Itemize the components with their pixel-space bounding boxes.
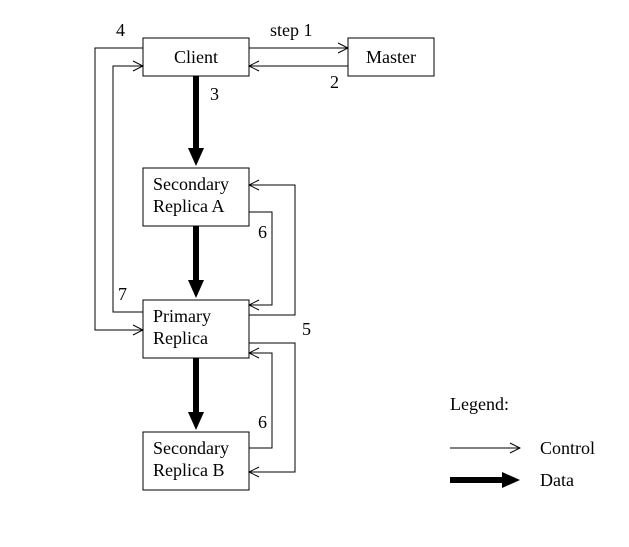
edge-7 [113, 66, 143, 312]
node-primary-label-2: Replica [153, 328, 208, 348]
edge-6b [249, 353, 272, 448]
edge-2-label: 2 [330, 72, 339, 92]
node-primary: Primary Replica [143, 300, 249, 358]
node-secondary-b-label-1: Secondary [153, 438, 229, 458]
diagram-canvas: Client Master Secondary Replica A Primar… [0, 0, 629, 547]
edge-5-label: 5 [302, 319, 311, 339]
edge-7-label: 7 [118, 284, 127, 304]
node-client-label: Client [174, 47, 218, 67]
node-master: Master [348, 38, 434, 76]
node-secondary-b-label-2: Replica B [153, 460, 224, 480]
node-secondary-a: Secondary Replica A [143, 168, 249, 226]
legend-data-label: Data [540, 470, 574, 490]
edge-4-label: 4 [116, 20, 125, 40]
edge-step1-label: step 1 [270, 20, 313, 40]
legend-control-label: Control [540, 438, 595, 458]
node-master-label: Master [366, 47, 416, 67]
legend: Legend: Control Data [450, 394, 595, 490]
node-secondary-b: Secondary Replica B [143, 432, 249, 490]
edge-6a-label: 6 [258, 222, 267, 242]
node-primary-label-1: Primary [153, 306, 211, 326]
node-client: Client [143, 38, 249, 76]
legend-title: Legend: [450, 394, 509, 414]
node-secondary-a-label-2: Replica A [153, 196, 224, 216]
edge-3-label: 3 [210, 84, 219, 104]
node-secondary-a-label-1: Secondary [153, 174, 229, 194]
edge-6b-label: 6 [258, 412, 267, 432]
